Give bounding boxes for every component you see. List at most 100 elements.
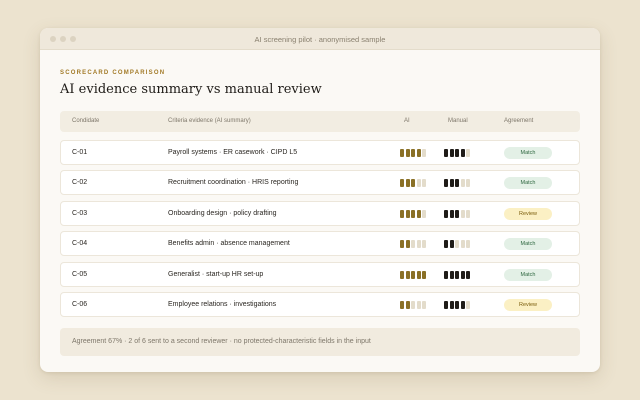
score-segment <box>466 240 470 249</box>
score-segment <box>405 179 410 188</box>
score-segment <box>422 149 426 157</box>
score-segment <box>449 149 454 157</box>
manual-score-meter <box>444 209 470 218</box>
column-header-ai[interactable]: AI <box>404 118 410 124</box>
ai-score-meter <box>400 301 426 309</box>
score-segment <box>416 179 421 188</box>
score-segment <box>411 301 415 309</box>
summary-text: Agreement 67% · 2 of 6 sent to a second … <box>72 338 371 345</box>
column-header-agreement[interactable]: Agreement <box>504 118 533 124</box>
window-title: AI screening pilot · anonymised sample <box>254 35 386 44</box>
column-header-manual[interactable]: Manual <box>448 118 468 124</box>
score-segment <box>422 240 426 249</box>
score-segment <box>466 270 470 279</box>
score-segment <box>444 270 448 279</box>
score-segment <box>416 301 421 309</box>
score-segment <box>466 301 470 309</box>
score-segment <box>449 301 454 309</box>
score-segment <box>449 270 454 279</box>
agreement-badge[interactable]: Review <box>504 299 552 311</box>
score-segment <box>422 270 426 279</box>
evidence-summary: Benefits admin · absence management <box>168 240 290 248</box>
score-segment <box>460 301 465 309</box>
manual-score-meter <box>444 301 470 309</box>
score-segment <box>449 179 454 188</box>
candidate-id: C-04 <box>72 240 88 248</box>
score-segment <box>460 179 465 188</box>
agreement-badge[interactable]: Match <box>504 238 552 251</box>
score-segment <box>405 270 410 279</box>
score-segment <box>400 209 404 218</box>
agreement-badge[interactable]: Match <box>504 268 552 281</box>
score-segment <box>466 179 470 188</box>
page-title: AI evidence summary vs manual review <box>60 82 322 97</box>
agreement-badge[interactable]: Match <box>504 147 552 159</box>
ai-score-meter <box>400 179 426 188</box>
score-segment <box>422 301 426 309</box>
score-segment <box>400 179 404 188</box>
table-row[interactable]: C-03 Onboarding design · policy drafting R… <box>60 200 580 226</box>
score-segment <box>400 270 404 279</box>
score-segment <box>411 179 415 188</box>
score-segment <box>416 149 421 157</box>
score-segment <box>405 301 410 309</box>
score-segment <box>411 240 415 249</box>
score-segment <box>400 149 404 157</box>
ai-score-meter <box>400 149 426 157</box>
score-segment <box>405 149 410 157</box>
ai-score-meter <box>400 240 426 249</box>
ai-score-meter <box>400 209 426 218</box>
section-eyebrow: SCORECARD COMPARISON <box>60 70 166 76</box>
app-window: AI screening pilot · anonymised sample S… <box>40 28 600 372</box>
score-segment <box>400 301 404 309</box>
score-segment <box>405 240 410 249</box>
table-row[interactable]: C-05 Generalist · start-up HR set-up Match <box>60 261 580 287</box>
table-row[interactable]: C-04 Benefits admin · absence management M… <box>60 231 580 257</box>
score-segment <box>444 149 448 157</box>
evidence-summary: Employee relations · investigations <box>168 301 277 308</box>
manual-score-meter <box>444 270 470 279</box>
score-segment <box>416 270 421 279</box>
score-segment <box>411 270 415 279</box>
score-segment <box>449 240 454 249</box>
column-header-evidence[interactable]: Criteria evidence (AI summary) <box>168 118 251 124</box>
candidate-id: C-02 <box>72 179 88 187</box>
score-segment <box>411 209 415 218</box>
table-row[interactable]: C-01 Payroll systems · ER casework · CIPD… <box>60 140 580 165</box>
score-segment <box>455 270 459 279</box>
table-row[interactable]: C-06 Employee relations · investigations R… <box>60 292 580 317</box>
score-segment <box>455 301 459 309</box>
evidence-summary: Payroll systems · ER casework · CIPD L5 <box>168 149 298 156</box>
score-segment <box>455 240 459 249</box>
evidence-summary: Onboarding design · policy drafting <box>168 209 277 217</box>
table-row[interactable]: C-02 Recruitment coordination · HRIS repo… <box>60 170 580 196</box>
score-segment <box>460 240 465 249</box>
candidate-id: C-01 <box>72 149 88 156</box>
column-header-candidate[interactable]: Condidate <box>72 118 99 124</box>
score-segment <box>416 209 421 218</box>
score-segment <box>400 240 404 249</box>
score-segment <box>444 301 448 309</box>
score-segment <box>455 179 459 188</box>
score-segment <box>455 209 459 218</box>
score-segment <box>466 209 470 218</box>
score-segment <box>460 209 465 218</box>
title-bar: AI screening pilot · anonymised sample <box>40 28 600 50</box>
manual-score-meter <box>444 179 470 188</box>
ai-score-meter <box>400 270 426 279</box>
score-segment <box>460 270 465 279</box>
score-segment <box>444 209 448 218</box>
agreement-badge[interactable]: Match <box>504 177 552 190</box>
score-segment <box>422 179 426 188</box>
score-segment <box>444 240 448 249</box>
candidate-id: C-06 <box>72 301 88 308</box>
score-segment <box>416 240 421 249</box>
score-segment <box>466 149 470 157</box>
score-segment <box>455 149 459 157</box>
score-segment <box>449 209 454 218</box>
candidate-id: C-03 <box>72 209 88 217</box>
agreement-badge[interactable]: Review <box>504 207 552 220</box>
manual-score-meter <box>444 240 470 249</box>
candidate-id: C-05 <box>72 270 88 278</box>
score-segment <box>444 179 448 188</box>
